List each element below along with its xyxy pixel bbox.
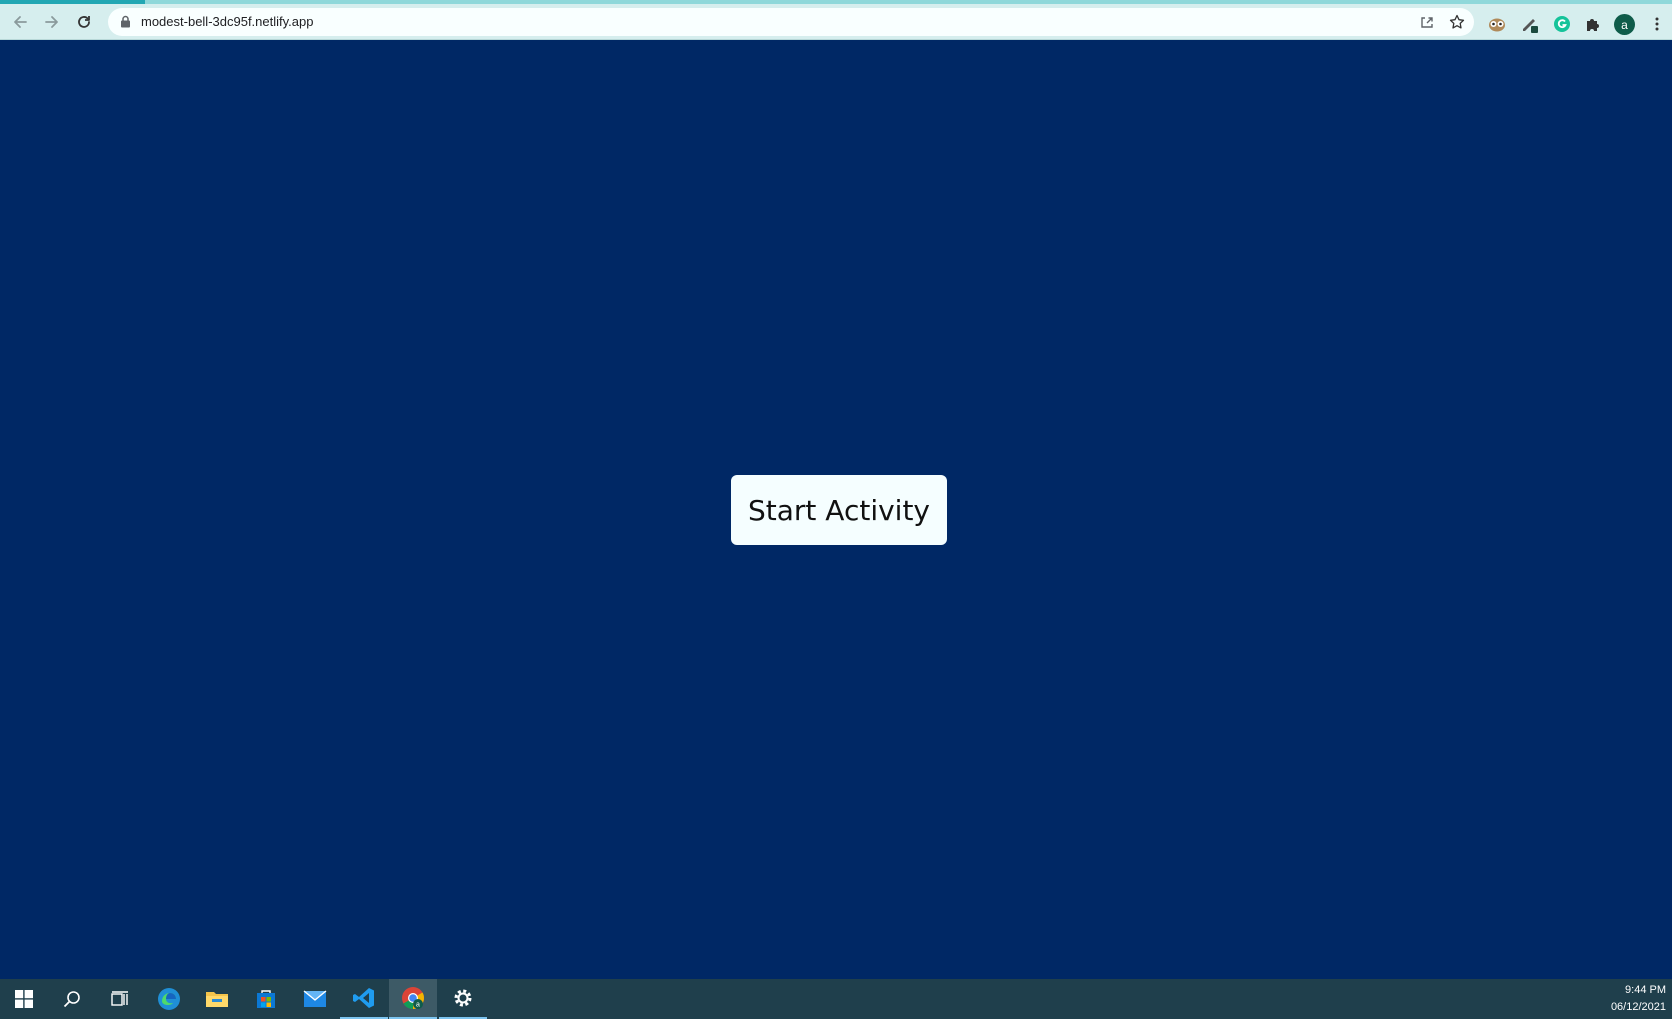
back-button[interactable] <box>7 9 33 35</box>
pen-extension-button[interactable] <box>1518 12 1542 36</box>
taskbar-edge[interactable] <box>145 979 193 1019</box>
taskbar-mail[interactable] <box>291 979 339 1019</box>
puzzle-icon <box>1587 19 1599 31</box>
grammarly-button[interactable] <box>1550 12 1574 36</box>
edge-icon <box>158 988 180 1010</box>
clock-time: 9:44 PM <box>1625 984 1666 996</box>
profile-avatar[interactable]: a <box>1614 14 1635 35</box>
settings-icon <box>454 989 472 1007</box>
page-content: Start Activity <box>0 40 1672 979</box>
task-view-button[interactable] <box>96 979 144 1019</box>
reload-icon <box>78 16 90 28</box>
browser-toolbar: modest-bell-3dc95f.netlify.app a <box>0 4 1672 40</box>
start-activity-button[interactable]: Start Activity <box>731 475 947 545</box>
system-clock[interactable]: 9:44 PM 06/12/2021 <box>1611 982 1666 1016</box>
owl-extension-button[interactable] <box>1485 12 1509 36</box>
forward-button[interactable] <box>39 9 65 35</box>
arrow-left-icon <box>14 16 27 28</box>
vscode-icon <box>353 988 374 1008</box>
taskbar-file-explorer[interactable] <box>193 979 241 1019</box>
clock-date: 06/12/2021 <box>1610 1001 1666 1013</box>
search-icon <box>63 991 80 1008</box>
share-icon <box>1421 17 1433 28</box>
star-icon <box>1449 14 1465 29</box>
taskbar-vscode[interactable] <box>340 979 388 1019</box>
taskbar-chrome[interactable]: a <box>389 979 437 1019</box>
share-button[interactable] <box>1417 13 1437 31</box>
owl-extension-icon <box>1489 18 1505 32</box>
url-text: modest-bell-3dc95f.netlify.app <box>141 14 314 29</box>
windows-start-icon <box>15 990 33 1008</box>
svg-text:a: a <box>416 1002 420 1009</box>
bookmark-button[interactable] <box>1447 13 1467 31</box>
taskbar-store[interactable] <box>242 979 290 1019</box>
grammarly-icon <box>1554 16 1570 32</box>
chrome-icon: a <box>402 987 424 1009</box>
reload-button[interactable] <box>71 9 97 35</box>
taskbar: a 9:44 PM 06/12/2021 <box>0 979 1672 1019</box>
lock-icon <box>121 15 130 28</box>
mail-icon <box>303 990 327 1007</box>
kebab-menu-icon <box>1655 17 1659 31</box>
address-bar[interactable]: modest-bell-3dc95f.netlify.app <box>108 8 1474 36</box>
extensions-button[interactable] <box>1581 12 1605 36</box>
store-icon <box>257 990 275 1008</box>
arrow-right-icon <box>45 16 58 28</box>
task-view-icon <box>111 991 128 1006</box>
file-explorer-icon <box>206 992 228 1007</box>
taskbar-search-button[interactable] <box>48 979 96 1019</box>
browser-menu-button[interactable] <box>1645 12 1669 36</box>
pen-extension-icon <box>1523 19 1538 33</box>
taskbar-settings[interactable] <box>439 979 487 1019</box>
start-button[interactable] <box>0 979 48 1019</box>
